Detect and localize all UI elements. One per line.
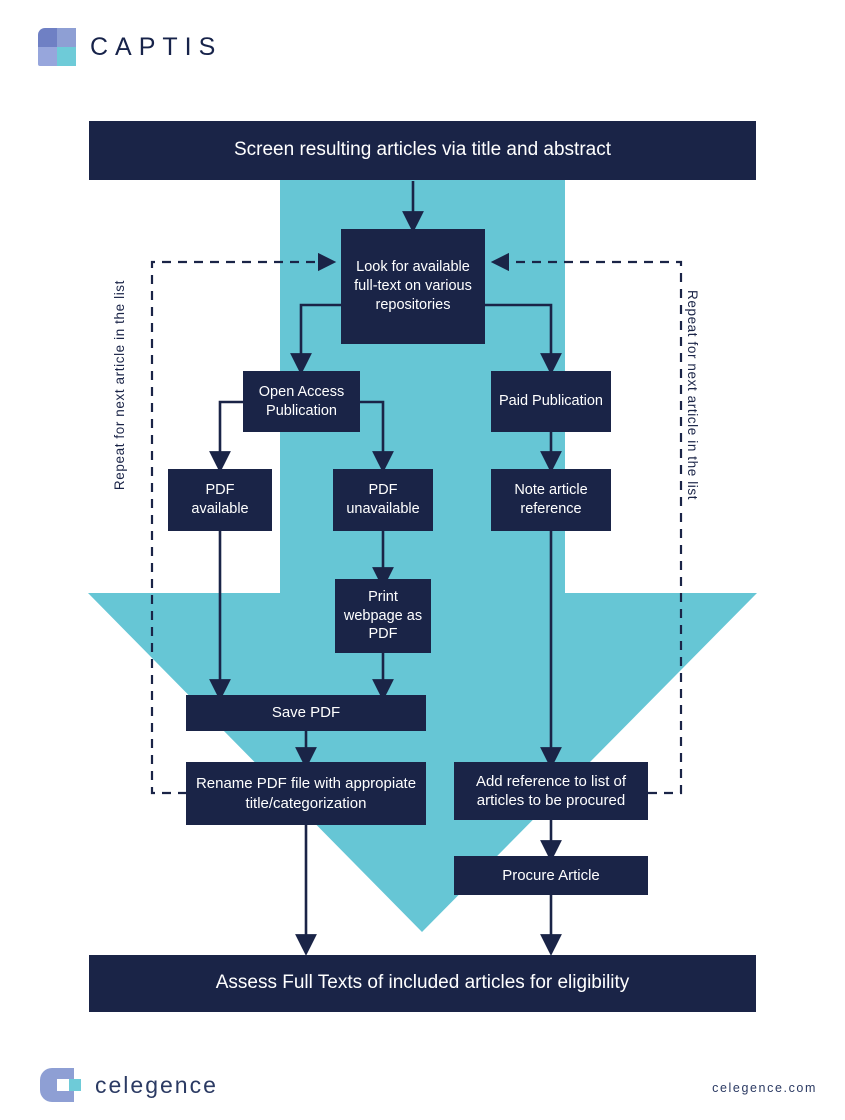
captis-logo-icon — [38, 28, 76, 66]
node-label: Procure Article — [502, 866, 600, 884]
node-print-webpage-as-pdf[interactable]: Print webpage as PDF — [335, 579, 431, 653]
footer-brand: celegence — [40, 1068, 218, 1102]
node-screen-articles[interactable]: Screen resulting articles via title and … — [89, 121, 756, 180]
header-brand: CAPTIS — [38, 28, 222, 66]
node-save-pdf[interactable]: Save PDF — [186, 695, 426, 731]
node-label: Paid Publication — [499, 393, 603, 410]
node-rename-pdf-file[interactable]: Rename PDF file with appropiate title/ca… — [186, 762, 426, 825]
node-note-article-reference[interactable]: Note article reference — [491, 469, 611, 531]
node-label: Save PDF — [271, 704, 341, 722]
node-label: Assess Full Texts of included articles f… — [215, 972, 630, 994]
node-pdf-available[interactable]: PDF available — [168, 469, 272, 531]
node-label: PDF unavailable — [346, 482, 420, 517]
node-paid-publication[interactable]: Paid Publication — [491, 371, 611, 432]
celegence-wordmark: celegence — [95, 1071, 218, 1098]
node-look-for-fulltext[interactable]: Look for available full-text on various … — [341, 229, 485, 344]
repeat-label-left: Repeat for next article in the list — [112, 280, 127, 491]
node-label: Screen resulting articles via title and … — [233, 139, 611, 161]
node-label: Print webpage as PDF — [343, 588, 423, 643]
node-label: PDF available — [191, 482, 249, 517]
node-open-access-publication[interactable]: Open Access Publication — [243, 371, 360, 432]
repeat-label-right: Repeat for next article in the list — [685, 290, 700, 501]
node-label: Rename PDF file with appropiate title/ca… — [195, 775, 417, 812]
node-label: Add reference to list of articles to be … — [475, 772, 627, 810]
node-add-reference-to-list[interactable]: Add reference to list of articles to be … — [454, 762, 648, 820]
node-label: Open Access Publication — [258, 383, 345, 419]
captis-wordmark: CAPTIS — [90, 32, 223, 61]
node-pdf-unavailable[interactable]: PDF unavailable — [333, 469, 433, 531]
node-assess-full-texts[interactable]: Assess Full Texts of included articles f… — [89, 955, 756, 1012]
celegence-logo-icon — [40, 1068, 82, 1102]
node-label: Look for available full-text on various … — [354, 259, 472, 313]
infographic-page: CAPTIS Screen resulting articles via tit… — [0, 0, 845, 1120]
node-label: Note article reference — [514, 482, 588, 517]
node-procure-article[interactable]: Procure Article — [454, 856, 648, 895]
website-url[interactable]: celegence.com — [712, 1081, 817, 1095]
